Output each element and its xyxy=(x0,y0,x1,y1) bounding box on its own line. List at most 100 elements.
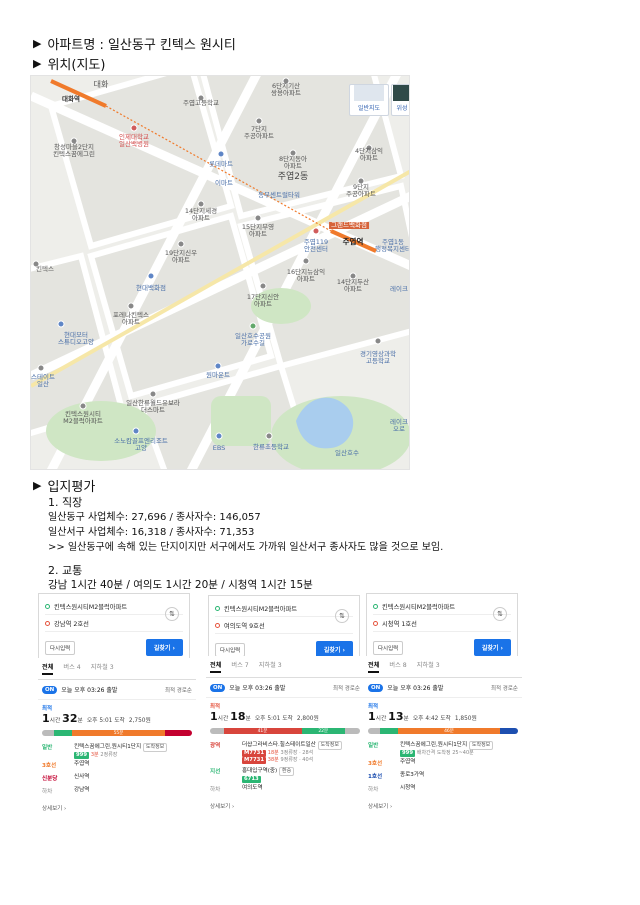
route-duration: 1시간 32분 오후 5:01 도착 2,750원 xyxy=(42,712,151,725)
departure-time[interactable]: 오늘 오후 03:26 출발 xyxy=(387,683,443,692)
bus-number: 999 xyxy=(74,751,90,759)
apartment-pin-icon xyxy=(255,117,263,125)
normal-map-thumbnail xyxy=(354,85,384,101)
map-label-apt7: 7단지 주공아파트 xyxy=(244,125,274,141)
step-item: 하차 강남역 xyxy=(42,787,90,796)
arrival-time: 오후 5:01 도착 xyxy=(254,716,293,722)
detail-link[interactable]: 상세보기 › xyxy=(38,801,196,815)
triangle-bullet-icon: ▶ xyxy=(33,479,42,492)
fare: 1,850원 xyxy=(454,716,477,722)
destination-field[interactable]: 강남역 2호선 xyxy=(45,615,183,632)
retry-button[interactable]: 다시입력 xyxy=(45,640,76,655)
arrival-info-button[interactable]: 도착정보 xyxy=(468,741,494,750)
on-badge[interactable]: ON xyxy=(368,683,384,692)
map-label-forena: 포레나킨텍스 아파트 xyxy=(113,311,149,327)
route-duration: 1시간 13분 오후 4:42 도착 1,850원 xyxy=(368,710,477,723)
route-search-card-cityhall: 킨텍스원시티M2블럭아파트 시청역 1호선 ⇅ 다시입력 길찾기 › xyxy=(366,593,518,663)
map-label-stadium: 스테이트 일산 xyxy=(31,373,55,389)
step-item: 광역 더샵그라비스타.힐스테이트일산 도착정보 M7731 18분 3정류장 · 2… xyxy=(210,740,360,766)
tab-all[interactable]: 전체 xyxy=(42,662,54,675)
apartment-pin-icon xyxy=(177,240,185,248)
traffic-summary: 강남 1시간 40분 / 여의도 1시간 20분 / 시청역 1시간 15분 xyxy=(48,579,313,591)
on-badge[interactable]: ON xyxy=(42,685,58,694)
heading-apartment: ▶ 아파트명 : 일산동구 킨텍스 원시티 xyxy=(33,34,236,53)
map-label-apt19: 19단지신우 아파트 xyxy=(164,249,198,265)
retry-button[interactable]: 다시입력 xyxy=(373,640,404,655)
apartment-pin-icon xyxy=(302,257,310,265)
route-duration: 1시간 18분 오후 5:01 도착 2,800원 xyxy=(210,710,319,723)
sort-select[interactable]: 최적 경로순 xyxy=(333,684,360,692)
satellite-map-thumbnail xyxy=(393,85,409,101)
tab-subway[interactable]: 지하철 3 xyxy=(91,662,114,675)
broadcast-pin-icon xyxy=(215,432,223,440)
result-tabs: 전체 버스 8 지하철 3 xyxy=(364,656,522,678)
on-badge[interactable]: ON xyxy=(210,683,226,692)
origin-field[interactable]: 킨텍스원시티M2블럭아파트 xyxy=(215,600,353,617)
sort-select[interactable]: 최적 경로순 xyxy=(491,684,518,692)
location-title: 위치(지도) xyxy=(47,58,106,73)
bus-number: M7731 xyxy=(242,749,267,757)
tab-subway[interactable]: 지하철 3 xyxy=(417,660,440,673)
evaluation-title: 입지평가 xyxy=(47,480,96,495)
map-label-hyundai-studio: 현대모터 스튜디오고양 xyxy=(58,331,94,347)
sort-select[interactable]: 최적 경로순 xyxy=(165,686,192,694)
arrival-info-button[interactable]: 도착정보 xyxy=(317,741,343,750)
apartment-pin-icon xyxy=(254,214,262,222)
arrival-info-button[interactable]: 도착정보 xyxy=(142,743,168,752)
tab-all[interactable]: 전체 xyxy=(368,660,380,673)
find-route-button[interactable]: 길찾기 › xyxy=(145,639,183,656)
jobs-section: 1. 직장 일산동구 사업체수: 27,696 / 종사자수: 146,057 … xyxy=(48,495,443,555)
segment-walk xyxy=(42,730,54,736)
segment-sinbundang xyxy=(165,730,192,736)
departure-time[interactable]: 오늘 오후 03:26 출발 xyxy=(229,683,285,692)
tab-subway[interactable]: 지하철 3 xyxy=(259,660,282,673)
apartment-name: 아파트명 : 일산동구 킨텍스 원시티 xyxy=(47,38,236,53)
jobs-line-3: >> 일산동구에 속해 있는 단지이지만 서구에서도 가까워 일산서구 종사자도… xyxy=(48,542,444,553)
origin-field[interactable]: 킨텍스원시티M2블럭아파트 xyxy=(45,598,183,615)
detail-link[interactable]: 상세보기 › xyxy=(206,799,364,813)
satellite-map-button[interactable]: 위성 xyxy=(391,84,409,116)
destination-dot-icon xyxy=(373,620,378,626)
find-route-button[interactable]: 길찾기 › xyxy=(473,639,511,656)
destination-field[interactable]: 시청역 1호선 xyxy=(373,615,511,632)
swap-icon[interactable]: ⇅ xyxy=(165,607,179,621)
retry-button[interactable]: 다시입력 xyxy=(215,642,246,657)
map-label-lake2: 레이크 오로 xyxy=(390,418,408,434)
departure-time[interactable]: 오늘 오후 03:26 출발 xyxy=(61,685,117,694)
tab-all[interactable]: 전체 xyxy=(210,660,222,673)
segment-bus xyxy=(380,728,398,734)
step-item: 하차 여의도역 xyxy=(210,785,263,794)
segment-walk-end xyxy=(345,728,360,734)
destination-field[interactable]: 여의도역 9호선 xyxy=(215,617,353,634)
segment-subway: 46분 xyxy=(398,728,500,734)
map-label-ilsan-lake: 일산호수 xyxy=(335,449,359,457)
result-tabs: 전체 버스 4 지하철 3 xyxy=(38,658,196,680)
best-route-label: 최적 xyxy=(210,704,221,710)
origin-dot-icon xyxy=(373,603,378,609)
segment-subway: 55분 xyxy=(72,730,165,736)
map-label-gyeonggi-hs: 경기영상과학 고등학교 xyxy=(360,350,396,366)
step-item: 3호선 주엽역 xyxy=(368,759,416,768)
map-label-ilsan-ebs: 일산한류월드유보라 더스마트 xyxy=(126,399,180,415)
heading-location: ▶ 위치(지도) xyxy=(33,54,105,73)
swap-icon[interactable]: ⇅ xyxy=(335,609,349,623)
map-label-lotte: 롯데마트 xyxy=(209,160,233,168)
step-item: 일반 킨텍스꿈에그린,원시티1단지 도착정보 999 3분 2정류장 xyxy=(42,742,192,760)
normal-map-button[interactable]: 일반지도 xyxy=(349,84,389,116)
detail-link[interactable]: 상세보기 › xyxy=(364,799,522,813)
jobs-title: 1. 직장 xyxy=(48,496,83,509)
map-label-grand: 그랜드백화점 xyxy=(329,221,369,230)
tab-bus[interactable]: 버스 7 xyxy=(231,660,248,673)
swap-icon[interactable]: ⇅ xyxy=(493,607,507,621)
triangle-bullet-icon: ▶ xyxy=(33,37,42,50)
map-label-juyeop2: 주엽2동 xyxy=(277,172,309,182)
map-label-daehwa: 대화 xyxy=(93,80,109,89)
tab-bus[interactable]: 버스 8 xyxy=(389,660,406,673)
map-label-ebs: EBS xyxy=(212,444,226,452)
map-view[interactable]: 일반지도 위성 대화 대화역 주엽고등학교 6단지기산 쌍용아파트 7단지 주공… xyxy=(30,75,410,470)
hospital-pin-icon xyxy=(130,124,138,132)
map-label-apt6: 6단지기산 쌍용아파트 xyxy=(271,82,301,98)
tab-bus[interactable]: 버스 4 xyxy=(63,662,80,675)
origin-field[interactable]: 킨텍스원시티M2블럭아파트 xyxy=(373,598,511,615)
transfer-chip: 환승 xyxy=(279,766,295,776)
